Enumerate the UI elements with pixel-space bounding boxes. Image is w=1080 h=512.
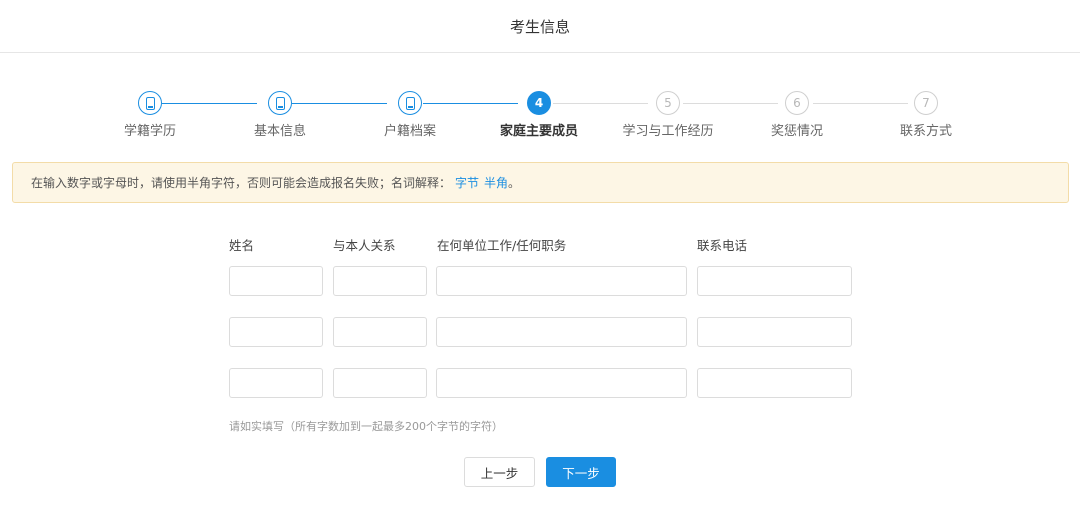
step-progress: 学籍学历 基本信息 户籍档案 4 家庭主要成员 5 学习与工作经历 6 奖惩情况…	[0, 90, 1080, 150]
step-6: 6 奖惩情况	[732, 90, 862, 139]
column-header-name: 姓名	[229, 238, 255, 253]
step-1-label: 学籍学历	[123, 124, 176, 139]
step-3-label: 户籍档案	[383, 124, 436, 139]
step-2-label: 基本信息	[253, 124, 306, 139]
step-5-label: 学习与工作经历	[622, 124, 714, 139]
page-header: 考生信息	[0, 0, 1080, 53]
step-7-label: 联系方式	[899, 124, 952, 139]
member-2-work-input[interactable]	[436, 317, 687, 347]
halfwidth-definition-link[interactable]: 半角	[484, 174, 508, 191]
step-1-marker	[138, 91, 162, 115]
member-3-phone-input[interactable]	[697, 368, 852, 398]
notice-end: 。	[508, 176, 521, 190]
member-3-work-input[interactable]	[436, 368, 687, 398]
member-2-phone-input[interactable]	[697, 317, 852, 347]
member-1-relation-input[interactable]	[333, 266, 427, 296]
step-3-marker	[398, 91, 422, 115]
column-header-phone: 联系电话	[697, 238, 748, 253]
step-5-number: 5	[656, 91, 680, 115]
step-7-number: 7	[914, 91, 938, 115]
previous-step-button[interactable]: 上一步	[464, 457, 535, 487]
member-3-relation-input[interactable]	[333, 368, 427, 398]
step-4-number: 4	[527, 91, 551, 115]
column-header-work: 在何单位工作/任何职务	[437, 238, 567, 253]
page-title: 考生信息	[509, 17, 570, 36]
step-7: 7 联系方式	[861, 90, 991, 139]
notice-banner: 在输入数字或字母时，请使用半角字符，否则可能会造成报名失败；名词解释： 字节 半…	[12, 162, 1069, 203]
notice-text: 在输入数字或字母时，请使用半角字符，否则可能会造成报名失败；名词解释：	[31, 176, 452, 190]
member-1-phone-input[interactable]	[697, 266, 852, 296]
byte-definition-link[interactable]: 字节	[455, 174, 479, 191]
column-header-relation: 与本人关系	[333, 238, 396, 253]
member-2-relation-input[interactable]	[333, 317, 427, 347]
step-4-label: 家庭主要成员	[499, 124, 578, 139]
member-3-name-input[interactable]	[229, 368, 323, 398]
member-2-name-input[interactable]	[229, 317, 323, 347]
document-check-icon	[405, 96, 415, 110]
step-3[interactable]: 户籍档案	[345, 90, 475, 139]
step-2[interactable]: 基本信息	[215, 90, 345, 139]
step-2-marker	[268, 91, 292, 115]
document-check-icon	[145, 96, 155, 110]
member-1-name-input[interactable]	[229, 266, 323, 296]
step-6-number: 6	[785, 91, 809, 115]
step-5: 5 学习与工作经历	[603, 90, 733, 139]
document-check-icon	[275, 96, 285, 110]
step-1[interactable]: 学籍学历	[85, 90, 215, 139]
member-1-work-input[interactable]	[436, 266, 687, 296]
step-6-label: 奖惩情况	[770, 124, 823, 139]
form-hint: 请如实填写（所有字数加到一起最多200个字节的字符）	[229, 420, 503, 433]
step-4: 4 家庭主要成员	[474, 90, 604, 139]
next-step-button[interactable]: 下一步	[546, 457, 616, 487]
